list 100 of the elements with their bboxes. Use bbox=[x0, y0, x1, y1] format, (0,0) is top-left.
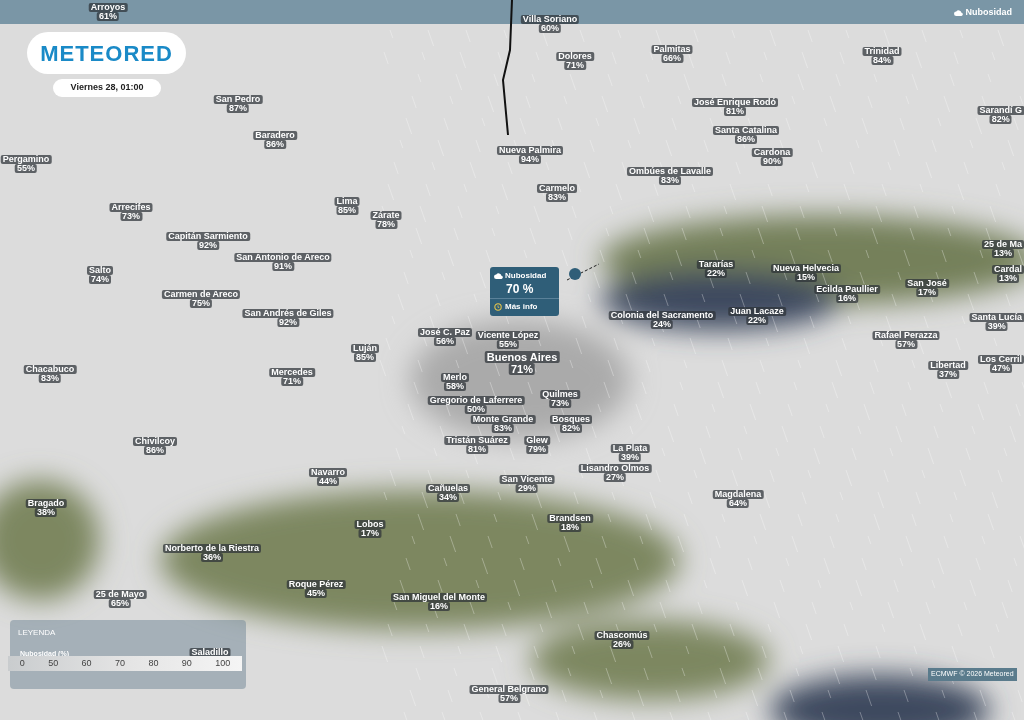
place-name: Navarro bbox=[309, 468, 347, 477]
place-name: Brandsen bbox=[547, 514, 593, 523]
place-name: Tristán Suárez bbox=[444, 436, 510, 445]
cloud-percent: 81% bbox=[724, 107, 746, 116]
cloud-percent: 39% bbox=[619, 453, 641, 462]
cloud-percent: 85% bbox=[336, 206, 358, 215]
place-name: Nueva Palmira bbox=[497, 146, 563, 155]
cloud-percent: 82% bbox=[560, 424, 582, 433]
place-name: Quilmes bbox=[540, 390, 580, 399]
cloud-percent: 83% bbox=[546, 193, 568, 202]
place-name: La Plata bbox=[610, 444, 650, 453]
cloud-percent: 66% bbox=[661, 54, 683, 63]
place-name: Santa Catalina bbox=[713, 126, 779, 135]
cloud-percent: 16% bbox=[428, 602, 450, 611]
popup-value: 70 % bbox=[506, 282, 534, 296]
cloud-percent: 44% bbox=[317, 477, 339, 486]
logo[interactable]: METEORED bbox=[27, 32, 186, 74]
cloud-percent: 13% bbox=[997, 274, 1019, 283]
cloud-percent: 83% bbox=[492, 424, 514, 433]
cloud-percent: 45% bbox=[305, 589, 327, 598]
popup-title: Nubosidad bbox=[505, 270, 547, 282]
cloud-percent: 75% bbox=[190, 299, 212, 308]
place-name: Luján bbox=[351, 344, 379, 353]
place-name: 25 de Mayo bbox=[93, 590, 147, 599]
place-name: General Belgrano bbox=[469, 685, 549, 694]
cloud-percent: 71% bbox=[509, 363, 535, 375]
cloud-icon bbox=[494, 273, 503, 279]
cloud-percent: 24% bbox=[651, 320, 673, 329]
place-name: San Miguel del Monte bbox=[391, 593, 487, 602]
place-name: Lisandro Olmos bbox=[578, 464, 652, 473]
place-name: Vicente López bbox=[475, 331, 541, 340]
cloud-percent: 60% bbox=[539, 24, 561, 33]
cloud-percent: 17% bbox=[359, 529, 381, 538]
place-name: Bosques bbox=[550, 415, 592, 424]
scale-tick: 90 bbox=[181, 656, 192, 670]
cloud-percent: 34% bbox=[437, 493, 459, 502]
place-name: San Antonio de Areco bbox=[234, 253, 332, 262]
scale-tick: 50 bbox=[48, 656, 59, 670]
cloud-percent: 83% bbox=[659, 176, 681, 185]
cloud-percent: 56% bbox=[434, 337, 456, 346]
scale-tick: 80 bbox=[148, 656, 159, 670]
place-name: Cardona bbox=[751, 148, 793, 157]
place-name: Rafael Perazza bbox=[872, 331, 940, 340]
cloud-percent: 39% bbox=[985, 322, 1008, 331]
place-name: Lima bbox=[334, 197, 360, 206]
more-info-link[interactable]: Más info bbox=[490, 298, 559, 315]
place-name: Lobos bbox=[354, 520, 386, 529]
place-name: Magdalena bbox=[712, 490, 764, 499]
cloud-percent: 65% bbox=[109, 599, 131, 608]
scale-tick: 70 bbox=[114, 656, 125, 670]
place-name: Cañuelas bbox=[426, 484, 470, 493]
place-name: Colonia del Sacramento bbox=[608, 311, 716, 320]
cloud-percent: 71% bbox=[564, 61, 586, 70]
place-name: Ombúes de Lavalle bbox=[627, 167, 713, 176]
cloud-percent: 82% bbox=[989, 115, 1012, 124]
map-drawing[interactable] bbox=[0, 0, 1024, 720]
scale-tick: 60 bbox=[81, 656, 92, 670]
cloud-percent: 83% bbox=[39, 374, 61, 383]
place-name: Juan Lacaze bbox=[728, 307, 786, 316]
place-name: Chacabuco bbox=[23, 365, 77, 374]
place-name: Nueva Helvecia bbox=[771, 264, 841, 273]
cloud-percent: 29% bbox=[516, 484, 538, 493]
cloud-percent: 47% bbox=[990, 364, 1012, 373]
cloud-percent: 84% bbox=[871, 56, 893, 65]
cloud-percent: 17% bbox=[916, 288, 938, 297]
place-name: Chivilcoy bbox=[133, 437, 177, 446]
cloud-percent: 73% bbox=[120, 212, 142, 221]
place-name: Zárate bbox=[370, 211, 402, 220]
place-name: Santa Lucía bbox=[969, 313, 1024, 322]
layer-button[interactable]: Nubosidad bbox=[953, 6, 1012, 20]
cloud-percent: 57% bbox=[895, 340, 917, 349]
cloud-percent: 64% bbox=[727, 499, 749, 508]
place-name: Palmitas bbox=[651, 45, 693, 54]
place-name: Villa Soriano bbox=[520, 15, 580, 24]
place-name: José Enrique Rodó bbox=[692, 98, 778, 107]
cloud-percent: 78% bbox=[375, 220, 397, 229]
cloud-percent: 50% bbox=[465, 405, 487, 414]
cloud-percent: 86% bbox=[264, 140, 286, 149]
cloud-percent: 85% bbox=[354, 353, 376, 362]
place-name: Arrecifes bbox=[109, 203, 153, 212]
place-name: San José bbox=[905, 279, 949, 288]
cloud-percent: 55% bbox=[497, 340, 519, 349]
cloud-percent: 58% bbox=[444, 382, 466, 391]
place-name: Mercedes bbox=[269, 368, 315, 377]
place-name: Ecilda Paullier bbox=[814, 285, 880, 294]
cloud-percent: 37% bbox=[937, 370, 959, 379]
cloud-percent: 27% bbox=[604, 473, 626, 482]
cloud-percent: 73% bbox=[549, 399, 571, 408]
cloud-percent: 86% bbox=[735, 135, 757, 144]
place-name: Tararías bbox=[696, 260, 736, 269]
place-name: 25 de Ma bbox=[981, 240, 1024, 249]
cloud-percent: 61% bbox=[97, 12, 119, 21]
place-name: Pergamino bbox=[0, 155, 52, 164]
place-name: Cardal bbox=[992, 265, 1024, 274]
date-label: Viernes 28, 01:00 bbox=[53, 79, 161, 97]
place-name: Carmelo bbox=[537, 184, 577, 193]
place-name: Bragado bbox=[25, 499, 67, 508]
place-name: Dolores bbox=[556, 52, 594, 61]
cloud-percent: 22% bbox=[746, 316, 768, 325]
cloud-percent: 90% bbox=[761, 157, 783, 166]
